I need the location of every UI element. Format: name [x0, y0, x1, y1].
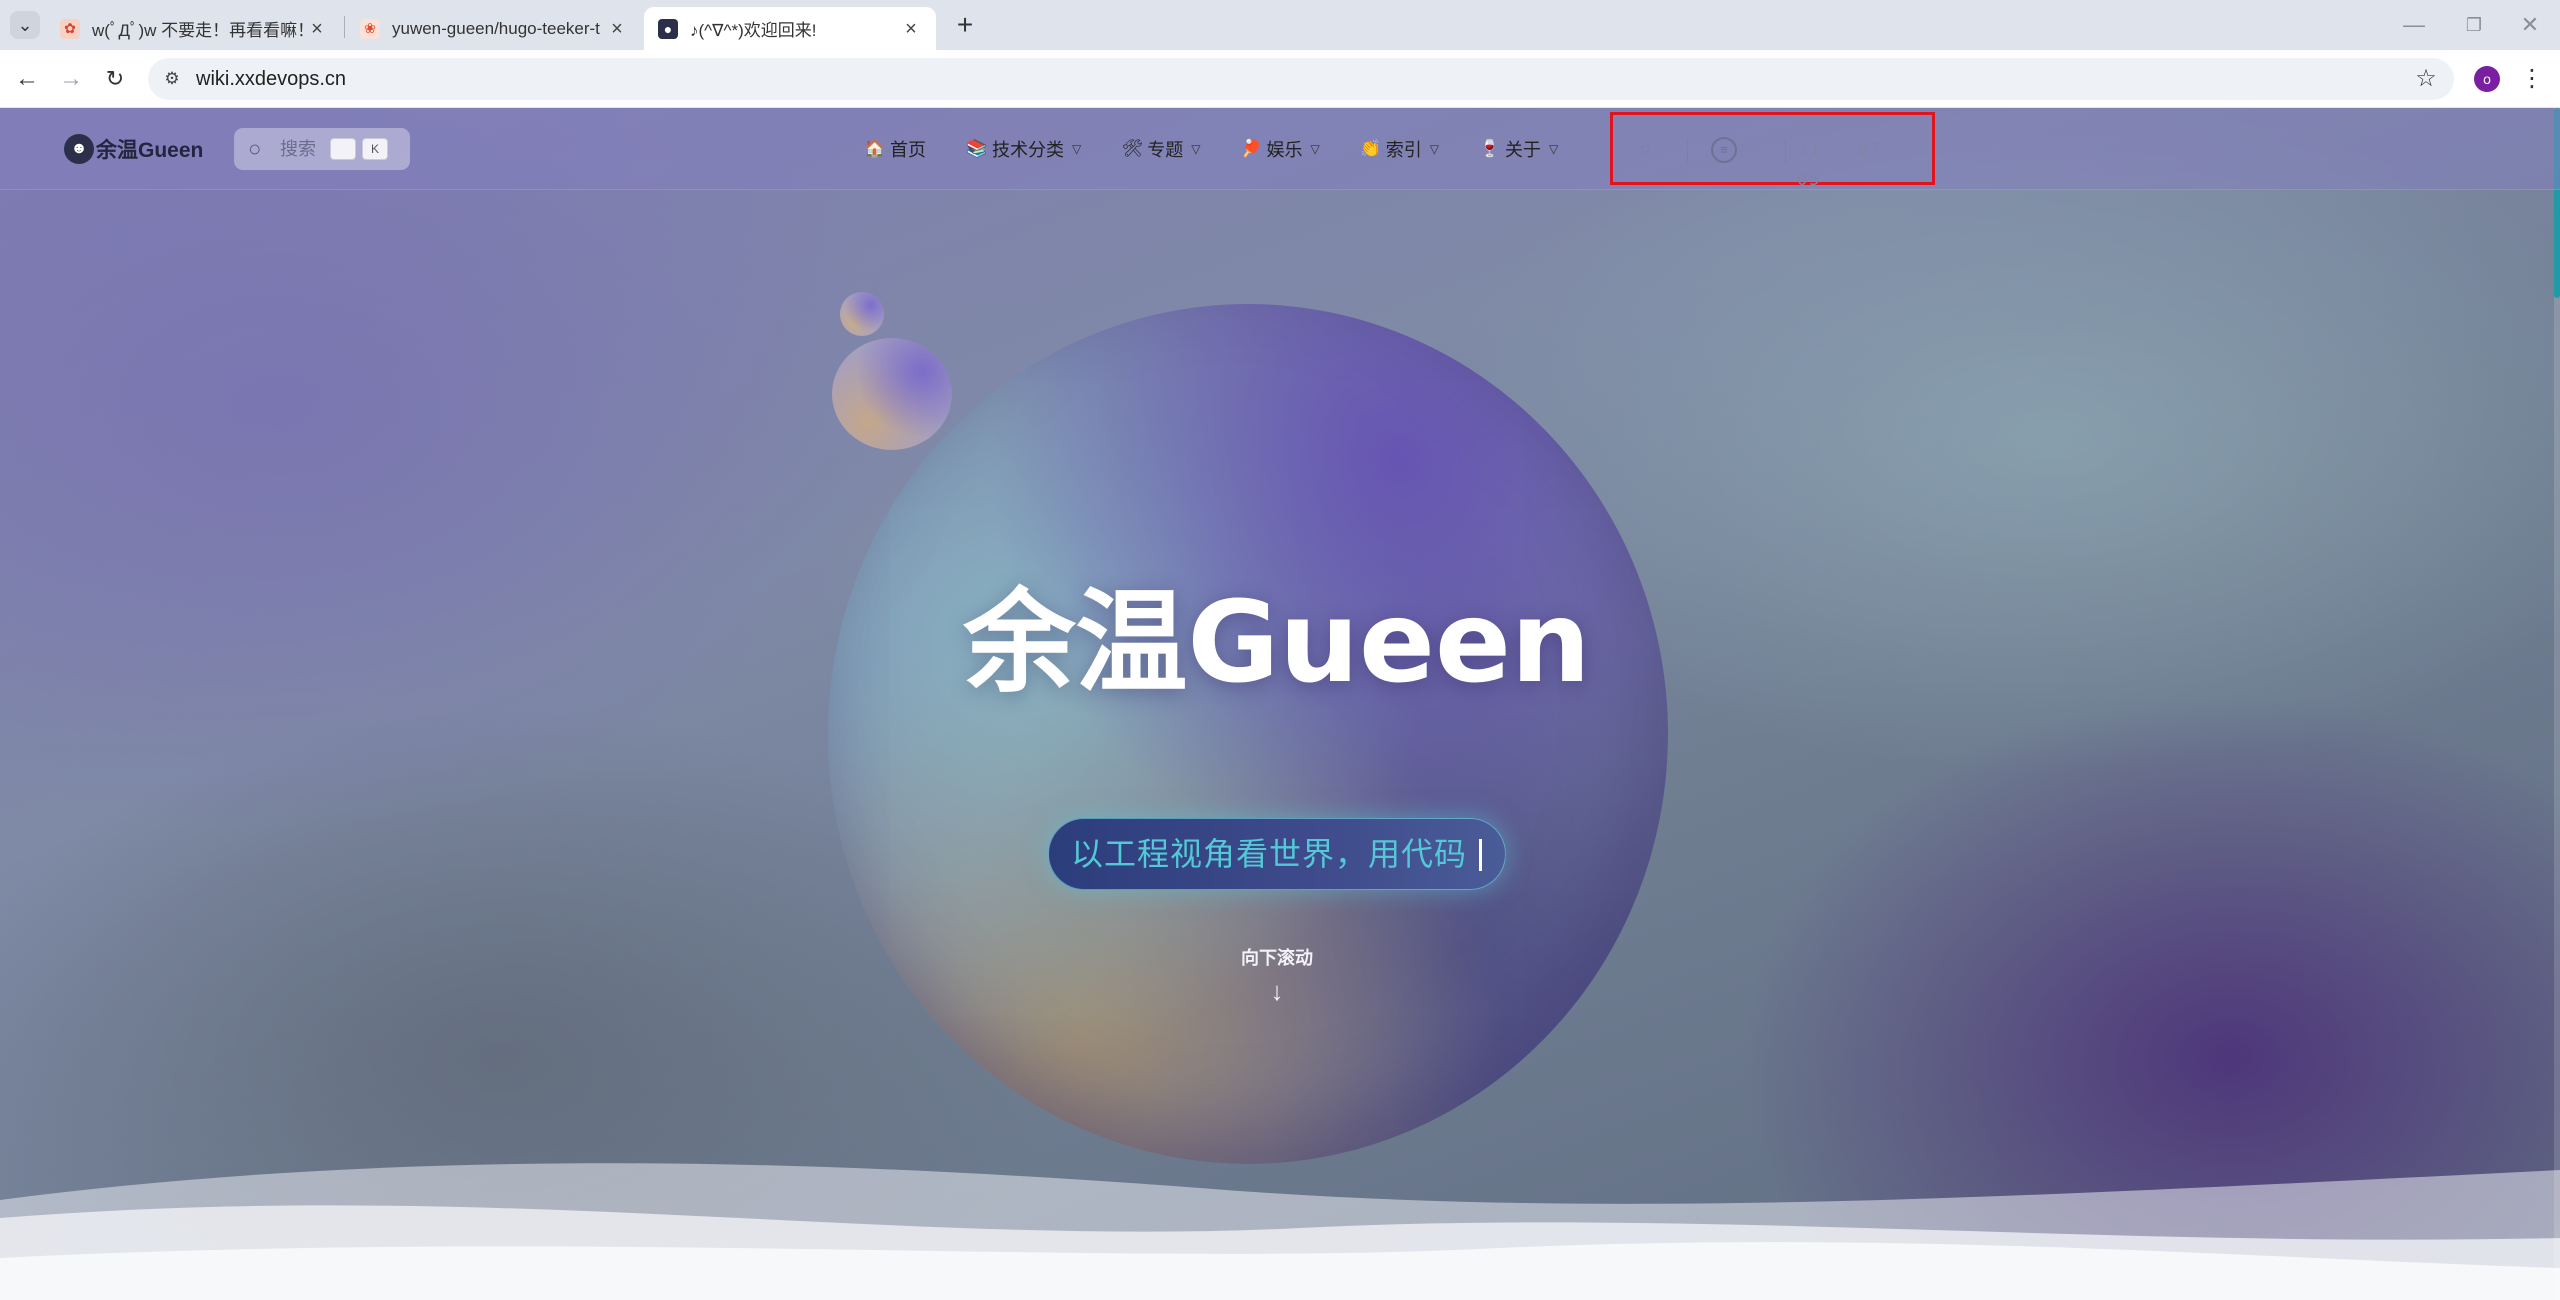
site-header: ☻ 余温Gueen ○ 搜索 K 🏠 首页 📚 技术分类 ▽ 🛠 专题 ▽ 🏓 … — [0, 108, 2560, 190]
chevron-down-icon: ▽ — [1429, 142, 1439, 156]
nav-item-home[interactable]: 🏠 首页 — [864, 128, 926, 170]
close-window-button[interactable]: ✕ — [2500, 8, 2560, 42]
typing-cursor — [1479, 839, 1482, 871]
wine-icon: 🍷 — [1479, 139, 1501, 158]
ping-pong-icon: 🏓 — [1240, 139, 1263, 158]
forward-button[interactable]: → — [54, 62, 88, 96]
hero-title: 余温Gueen — [963, 578, 1591, 708]
chevron-down-icon: ⌄ — [17, 14, 33, 35]
browser-tab-3-active[interactable]: ● ♪(^∇^*)欢迎回来! × — [644, 7, 936, 50]
nav-item-topics[interactable]: 🛠 专题 ▽ — [1121, 128, 1200, 170]
hugo-icon: ✿ — [60, 18, 80, 39]
browser-tab-2[interactable]: ❀ yuwen-gueen/hugo-teeker-t × — [346, 7, 642, 50]
site-logo[interactable]: ☻ 余温Gueen — [64, 132, 203, 166]
slogan-pill: 以工程视角看世界，用代码 — [1048, 818, 1506, 890]
nav-label: 专题 — [1147, 140, 1184, 160]
new-tab-button[interactable]: + — [948, 9, 982, 43]
nav-label: 娱乐 — [1266, 140, 1303, 160]
tab-title: ♪(^∇^*)欢迎回来! — [690, 21, 817, 40]
tools-divider — [1687, 139, 1688, 163]
close-icon[interactable]: × — [606, 18, 628, 40]
slogan-text: 以工程视角看世界，用代码 — [1071, 836, 1468, 872]
gitee-icon: ❀ — [360, 18, 380, 39]
nav-item-entertainment[interactable]: 🏓 娱乐 ▽ — [1240, 128, 1320, 170]
chevron-down-icon: ▽ — [1191, 142, 1201, 156]
logo-avatar-icon: ☻ — [64, 134, 94, 164]
tab-title: yuwen-gueen/hugo-teeker-t — [392, 18, 600, 38]
books-icon: 📚 — [966, 139, 988, 158]
profile-avatar[interactable]: o — [2474, 66, 2500, 92]
clap-icon: 👏 — [1360, 139, 1382, 158]
chevron-down-icon: ▽ — [1072, 142, 1082, 156]
restore-button[interactable]: ❐ — [2444, 8, 2504, 42]
arrow-right-icon: → — [59, 65, 83, 92]
browser-tab-1[interactable]: ✿ w(ﾟДﾟ)w 不要走！再看看嘛！ × — [46, 7, 342, 50]
browser-toolbar: ← → ↻ ⚙ wiki.xxdevops.cn ☆ o ⋮ — [0, 50, 2560, 108]
site-info-icon[interactable]: ⚙ — [160, 67, 184, 91]
search-placeholder: 搜索 — [280, 139, 316, 159]
restore-icon: ❐ — [2465, 15, 2483, 35]
tab-title: w(ﾟДﾟ)w 不要走！再看看嘛！ — [92, 21, 315, 40]
minimize-button[interactable]: — — [2384, 8, 2444, 42]
tools-divider — [1785, 139, 1786, 163]
arrow-left-icon: ← — [15, 65, 39, 92]
scroll-hint[interactable]: 向下滚动 — [0, 944, 2554, 970]
nav-item-about[interactable]: 🍷 关于 ▽ — [1479, 128, 1558, 170]
main-nav: 🏠 首页 📚 技术分类 ▽ 🛠 专题 ▽ 🏓 娱乐 ▽ 👏 索引 ▽ 🍷 关于 … — [864, 128, 1598, 170]
nav-label: 索引 — [1385, 140, 1422, 160]
arrow-down-icon[interactable]: ↓ — [1264, 976, 1290, 1006]
minimize-icon: — — [2403, 12, 2425, 37]
nav-label: 技术分类 — [992, 140, 1064, 160]
close-icon[interactable]: × — [306, 18, 328, 40]
chevron-down-icon: ▽ — [1548, 142, 1559, 156]
page-viewport: ☻ 余温Gueen ○ 搜索 K 🏠 首页 📚 技术分类 ▽ 🛠 专题 ▽ 🏓 … — [0, 108, 2560, 1300]
bookmark-star-icon[interactable]: ☆ — [2412, 65, 2440, 93]
site-avatar-icon: ● — [658, 18, 678, 39]
close-icon[interactable]: × — [900, 18, 922, 40]
nav-label: 首页 — [890, 140, 926, 160]
reload-button[interactable]: ↻ — [98, 62, 132, 96]
site-search[interactable]: ○ 搜索 K — [234, 128, 410, 170]
shortcut-key-cmd — [330, 138, 356, 160]
nav-item-index[interactable]: 👏 索引 ▽ — [1360, 128, 1439, 170]
nav-label: 关于 — [1504, 140, 1541, 160]
tab-separator — [344, 16, 345, 38]
header-tools-highlight: ☼ ≡ 21 : 07 : 05 — [1610, 112, 1935, 190]
tools-icon: 🛠 — [1121, 139, 1144, 158]
close-icon: ✕ — [2520, 12, 2540, 37]
tab-search-button[interactable]: ⌄ — [10, 11, 40, 39]
address-bar[interactable]: ⚙ wiki.xxdevops.cn ☆ — [148, 58, 2454, 100]
logo-text: 余温Gueen — [96, 139, 204, 162]
home-icon: 🏠 — [864, 139, 886, 158]
shortcut-key-k: K — [362, 138, 388, 160]
plus-icon: + — [956, 9, 974, 40]
browser-menu-icon[interactable]: ⋮ — [2520, 62, 2544, 96]
nav-item-tech-categories[interactable]: 📚 技术分类 ▽ — [966, 128, 1081, 170]
url-text[interactable]: wiki.xxdevops.cn — [196, 58, 346, 100]
back-button[interactable]: ← — [10, 62, 44, 96]
header-clock: 21 : 07 : 05 — [1797, 140, 1908, 190]
reload-icon: ↻ — [105, 66, 125, 91]
browser-tab-strip: ⌄ ✿ w(ﾟДﾟ)w 不要走！再看看嘛！ × ❀ yuwen-gueen/hu… — [0, 0, 2560, 50]
theme-toggle-icon[interactable]: ≡ — [1711, 137, 1737, 163]
chevron-down-icon: ▽ — [1310, 142, 1320, 156]
page-scrollbar[interactable] — [2554, 108, 2560, 1300]
sun-icon[interactable]: ☼ — [1637, 137, 1654, 158]
search-icon: ○ — [248, 136, 262, 161]
